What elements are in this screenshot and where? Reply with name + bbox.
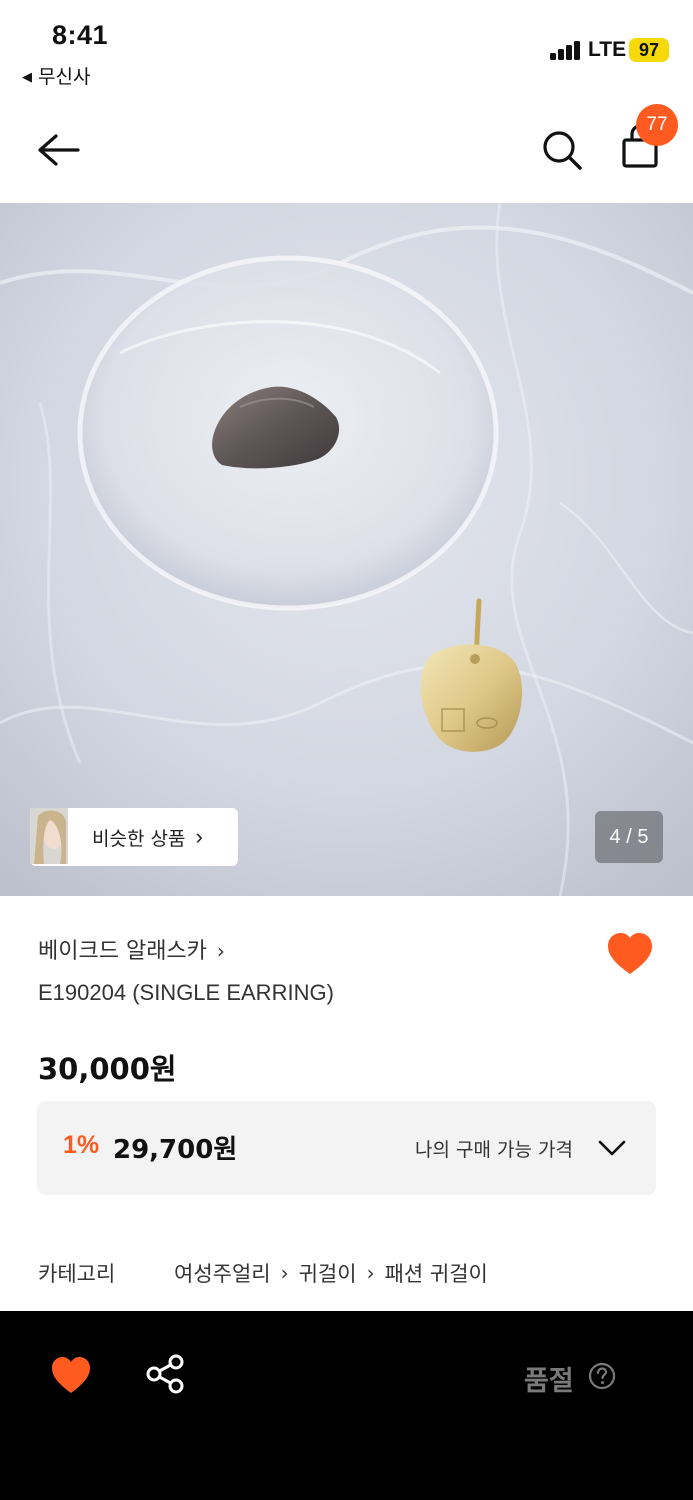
similar-products-button[interactable]: 비슷한 상품 › bbox=[30, 808, 238, 866]
category-link[interactable]: 여성주얼리 bbox=[174, 1258, 271, 1288]
top-navigation bbox=[0, 100, 693, 200]
discount-price-box[interactable]: 1% 29,700원 나의 구매 가능 가격 bbox=[37, 1101, 656, 1195]
chevron-right-icon: › bbox=[195, 824, 203, 849]
help-circle-icon[interactable] bbox=[588, 1362, 616, 1390]
product-image-gallery[interactable]: 비슷한 상품 › 4 / 5 bbox=[0, 203, 693, 896]
signal-strength-icon bbox=[550, 40, 582, 60]
brand-name: 베이크드 알래스카 bbox=[38, 939, 207, 964]
bottom-action-bar: 품절 bbox=[0, 1311, 693, 1500]
back-to-app-link[interactable]: ◀ 무신사 bbox=[22, 62, 90, 89]
back-arrow-icon[interactable] bbox=[34, 128, 84, 172]
brand-link[interactable]: 베이크드 알래스카 › bbox=[38, 933, 225, 965]
back-triangle-icon: ◀ bbox=[22, 70, 32, 85]
category-link[interactable]: 패션 귀걸이 bbox=[385, 1258, 488, 1288]
product-title: E190204 (SINGLE EARRING) bbox=[38, 980, 334, 1005]
soldout-label: 품절 bbox=[524, 1366, 574, 1397]
image-page-counter: 4 / 5 bbox=[595, 811, 663, 863]
product-price: 30,000원 bbox=[38, 1052, 177, 1086]
network-type: LTE bbox=[588, 38, 627, 61]
battery-level: 97 bbox=[629, 38, 669, 62]
search-icon[interactable] bbox=[538, 126, 586, 174]
discount-rate: 1% bbox=[63, 1131, 100, 1159]
category-link[interactable]: 귀걸이 bbox=[299, 1258, 357, 1288]
discount-price: 29,700원 bbox=[113, 1135, 238, 1165]
chevron-down-icon bbox=[598, 1140, 626, 1156]
category-label: 카테고리 bbox=[38, 1262, 116, 1286]
product-photo bbox=[0, 203, 693, 896]
similar-product-thumbnail bbox=[30, 808, 70, 865]
share-icon[interactable] bbox=[145, 1353, 185, 1395]
chevron-right-icon: › bbox=[280, 1261, 289, 1285]
chevron-right-icon: › bbox=[216, 939, 225, 963]
category-breadcrumb: 여성주얼리 › 귀걸이 › 패션 귀걸이 bbox=[174, 1258, 488, 1288]
back-app-label: 무신사 bbox=[38, 66, 91, 88]
chevron-right-icon: › bbox=[366, 1261, 375, 1285]
status-time: 8:41 bbox=[52, 20, 109, 50]
status-bar: 8:41 ◀ 무신사 LTE 97 bbox=[0, 0, 693, 95]
wishlist-heart-icon[interactable] bbox=[606, 932, 654, 976]
similar-products-label: 비슷한 상품 bbox=[92, 827, 186, 850]
cart-count-badge: 77 bbox=[636, 104, 678, 146]
my-price-label: 나의 구매 가능 가격 bbox=[415, 1139, 573, 1161]
heart-icon[interactable] bbox=[50, 1355, 92, 1395]
